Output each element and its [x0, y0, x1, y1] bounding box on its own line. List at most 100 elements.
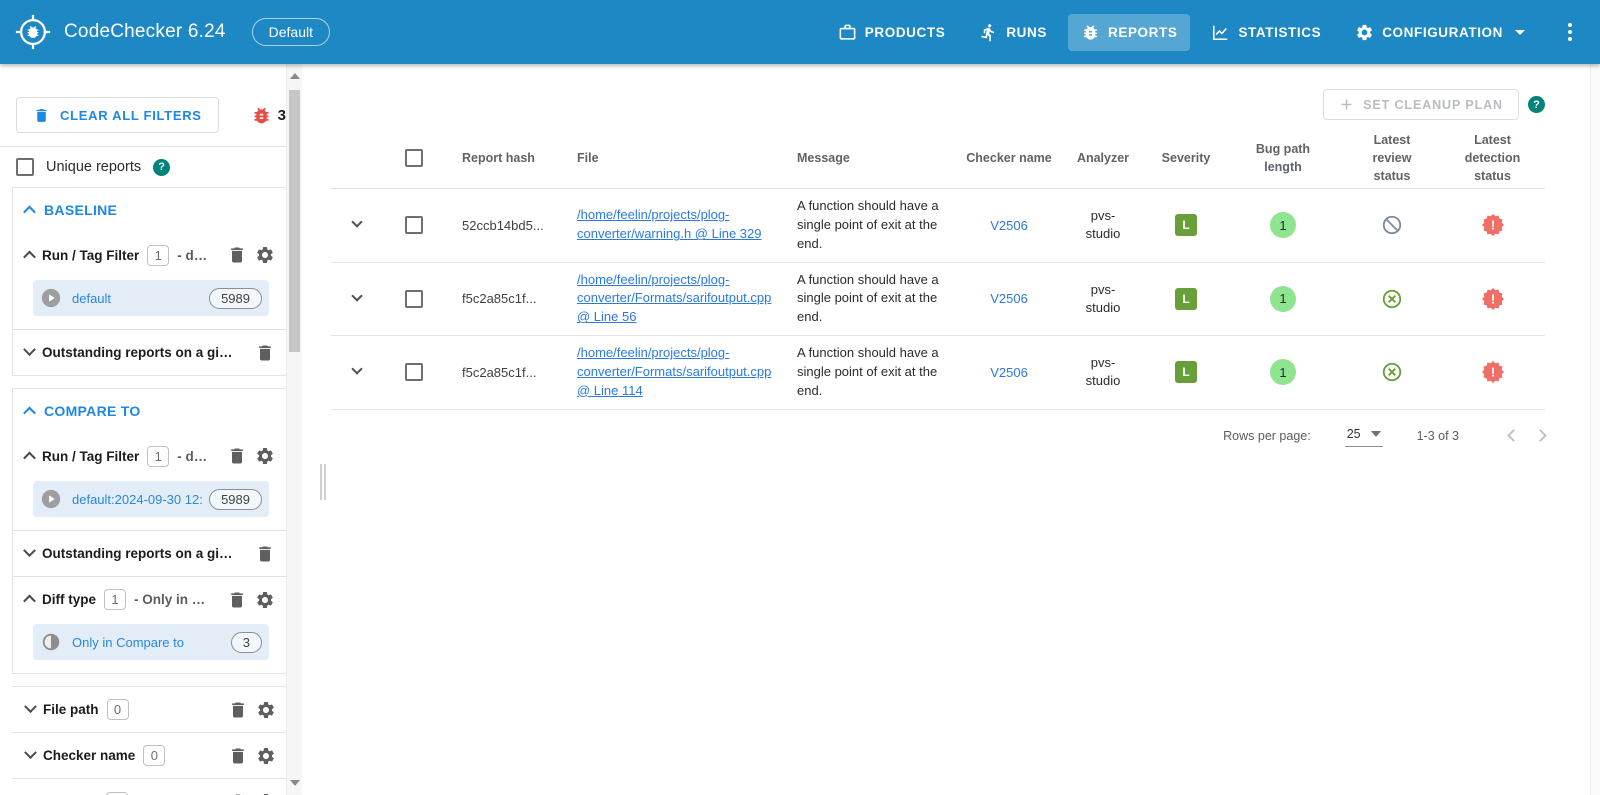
clear-all-filters-button[interactable]: CLEAR ALL FILTERS [16, 97, 219, 133]
expand-row-icon[interactable] [351, 290, 362, 301]
checker-name-filter-row[interactable]: Checker name 0 [12, 733, 288, 779]
bug-path-length-badge: 1 [1270, 212, 1296, 238]
app-title: CodeChecker 6.24 [64, 21, 226, 43]
run-tag-filter-value: - default [177, 248, 211, 263]
clear-filter-button[interactable] [227, 590, 247, 610]
filter-settings-button[interactable] [256, 700, 276, 720]
clear-filter-button[interactable] [228, 746, 248, 766]
gear-icon [255, 245, 275, 265]
next-page-button[interactable] [1534, 429, 1547, 442]
statistics-icon [1211, 23, 1230, 42]
rows-per-page-select[interactable]: 25 [1345, 425, 1383, 447]
row-checkbox[interactable] [405, 290, 423, 308]
nav-statistics-label: STATISTICS [1238, 25, 1321, 40]
run-chip-count: 5989 [209, 288, 262, 309]
nav-runs[interactable]: RUNS [966, 14, 1060, 51]
unreviewed-icon [1381, 214, 1403, 236]
scroll-down-icon[interactable] [290, 780, 300, 786]
clear-filter-button[interactable] [227, 245, 247, 265]
table-row: 52ccb14bd5... /home/feelin/projects/plog… [331, 189, 1545, 263]
baseline-outstanding-row[interactable]: Outstanding reports on a give... [13, 329, 287, 375]
diff-type-filter-row[interactable]: Diff type 1 - Only in Co... [13, 576, 287, 622]
bug-path-length-badge: 1 [1270, 359, 1296, 385]
baseline-section-header[interactable]: BASELINE [13, 188, 287, 232]
baseline-run-tag-filter-row[interactable]: Run / Tag Filter 1 - default [13, 232, 287, 278]
chevron-down-icon [23, 343, 36, 356]
product-badge[interactable]: Default [252, 18, 330, 46]
set-cleanup-plan-button[interactable]: SET CLEANUP PLAN [1323, 89, 1519, 120]
filter-settings-button[interactable] [256, 746, 276, 766]
help-icon[interactable]: ? [153, 159, 170, 176]
run-chip[interactable]: default 5989 [33, 280, 269, 316]
file-link[interactable]: /home/feelin/projects/plog-converter/For… [577, 272, 771, 325]
chevron-down-icon [23, 544, 36, 557]
run-tag-filter-count: 1 [147, 446, 169, 467]
col-message: Message [782, 145, 962, 171]
drawer-resize-handle[interactable] [320, 464, 326, 500]
unique-reports-label: Unique reports [46, 159, 141, 175]
nav-runs-label: RUNS [1006, 25, 1047, 40]
col-severity: Severity [1150, 145, 1222, 171]
filter-row-partial[interactable] [12, 779, 288, 795]
nav-statistics[interactable]: STATISTICS [1198, 14, 1334, 51]
expand-row-icon[interactable] [351, 364, 362, 375]
nav-configuration[interactable]: CONFIGURATION [1342, 14, 1538, 51]
play-circle-icon [40, 287, 62, 309]
compare-outstanding-row[interactable]: Outstanding reports on a give... [13, 530, 287, 576]
unique-reports-checkbox[interactable] [16, 158, 34, 176]
col-analyzer: Analyzer [1056, 145, 1150, 171]
compare-run-chip-count: 5989 [209, 489, 262, 510]
checker-name-link[interactable]: V2506 [962, 210, 1056, 241]
clear-filter-button[interactable] [255, 544, 275, 564]
checker-name-link[interactable]: V2506 [962, 283, 1056, 314]
false-positive-icon [1381, 361, 1403, 383]
filter-settings-button[interactable] [255, 245, 275, 265]
help-icon[interactable]: ? [1528, 96, 1545, 113]
outstanding-reports-label: Outstanding reports on a give... [42, 546, 237, 561]
clear-filter-button[interactable] [255, 343, 275, 363]
collapsed-filters: File path 0 Checker name 0 [12, 686, 288, 795]
file-link[interactable]: /home/feelin/projects/plog-converter/For… [577, 345, 771, 398]
table-row: f5c2a85c1f... /home/feelin/projects/plog… [331, 263, 1545, 337]
file-path-label: File path [43, 702, 99, 717]
filter-settings-button[interactable] [255, 590, 275, 610]
severity-badge: L [1175, 288, 1197, 310]
clear-filter-button[interactable] [228, 700, 248, 720]
run-chip-label: default [72, 291, 111, 306]
file-path-filter-row[interactable]: File path 0 [12, 687, 288, 733]
kebab-menu-button[interactable] [1558, 23, 1582, 41]
report-message: A function should have a single point of… [782, 189, 962, 262]
pagination-range: 1-3 of 3 [1417, 429, 1459, 443]
checker-name-link[interactable]: V2506 [962, 357, 1056, 388]
clear-all-filters-label: CLEAR ALL FILTERS [60, 108, 202, 123]
chevron-down-icon [24, 700, 37, 713]
table-row: f5c2a85c1f... /home/feelin/projects/plog… [331, 336, 1545, 410]
expand-row-icon[interactable] [351, 217, 362, 228]
trash-icon [255, 343, 275, 363]
compare-run-tag-filter-row[interactable]: Run / Tag Filter 1 - defa... [13, 433, 287, 479]
page-scrollbar[interactable] [1590, 64, 1600, 795]
row-checkbox[interactable] [405, 216, 423, 234]
previous-page-button[interactable] [1507, 429, 1520, 442]
compare-run-chip[interactable]: default:2024-09-30 12:13:41 5989 [33, 481, 269, 517]
products-icon [838, 23, 857, 42]
filter-settings-button[interactable] [255, 446, 275, 466]
row-checkbox[interactable] [405, 363, 423, 381]
report-hash: f5c2a85c1f... [445, 283, 560, 314]
sidebar-scrollbar[interactable] [286, 64, 302, 795]
chevron-up-icon [23, 250, 36, 263]
trash-icon [228, 700, 248, 720]
select-all-checkbox[interactable] [405, 149, 423, 167]
scroll-up-icon[interactable] [290, 73, 300, 79]
report-message: A function should have a single point of… [782, 263, 962, 336]
nav-products-label: PRODUCTS [865, 25, 946, 40]
clear-filter-button[interactable] [227, 446, 247, 466]
diff-type-chip[interactable]: Only in Compare to 3 [33, 624, 269, 660]
scrollbar-thumb[interactable] [289, 90, 300, 352]
nav-reports[interactable]: REPORTS [1068, 14, 1190, 51]
nav-products[interactable]: PRODUCTS [825, 14, 959, 51]
file-link[interactable]: /home/feelin/projects/plog-converter/war… [577, 207, 761, 241]
compare-to-section-header[interactable]: COMPARE TO [13, 389, 287, 433]
codechecker-logo-icon[interactable] [14, 13, 52, 51]
svg-text:!: ! [1490, 291, 1494, 306]
